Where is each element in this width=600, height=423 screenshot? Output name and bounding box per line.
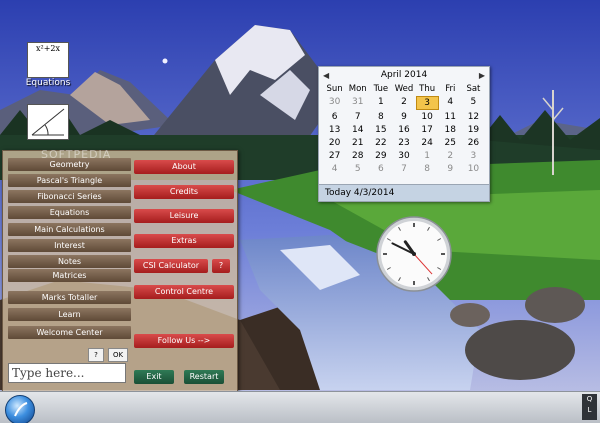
restart-button[interactable]: Restart — [184, 370, 224, 384]
calendar-day[interactable]: 31 — [346, 96, 369, 108]
fibonacci-series-button[interactable]: Fibonacci Series — [8, 190, 131, 203]
interest-button[interactable]: Interest — [8, 239, 131, 252]
exit-button[interactable]: Exit — [134, 370, 174, 384]
calendar-day[interactable]: 20 — [323, 137, 346, 149]
start-orb-icon — [14, 402, 28, 417]
matrices-button[interactable]: Matrices — [8, 269, 131, 282]
calendar-day[interactable]: 23 — [392, 137, 415, 149]
quick-launch-bottom-letter: L — [587, 406, 592, 414]
previous-month-arrow-icon[interactable]: ◀ — [323, 71, 329, 80]
calendar-gadget: ◀ April 2014 ▶ Sun Mon Tue Wed Thu Fri S… — [318, 66, 490, 202]
geometry-button[interactable]: Geometry — [8, 158, 131, 171]
calendar-day[interactable]: 9 — [392, 111, 415, 123]
calendar-day[interactable]: 13 — [323, 124, 346, 136]
calendar-day[interactable]: 1 — [369, 96, 392, 108]
calendar-day[interactable]: 12 — [462, 111, 485, 123]
calendar-day[interactable]: 24 — [416, 137, 439, 149]
start-button[interactable] — [5, 395, 35, 423]
calendar-day[interactable]: 30 — [323, 96, 346, 108]
calendar-day[interactable]: 6 — [323, 111, 346, 123]
calendar-day[interactable]: 10 — [416, 111, 439, 123]
calendar-day[interactable]: 26 — [462, 137, 485, 149]
desktop: x²+2x Equations ◀ April 2014 ▶ Sun Mon T… — [0, 0, 600, 423]
calendar-day[interactable]: 14 — [346, 124, 369, 136]
calendar-day[interactable]: 4 — [323, 163, 346, 175]
calendar-day[interactable]: 28 — [346, 150, 369, 162]
app-main-panel: SOFTPEDIA Geometry Pascal's Triangle Fib… — [2, 148, 238, 392]
learn-button[interactable]: Learn — [8, 308, 131, 321]
calendar-day[interactable]: 11 — [439, 111, 462, 123]
desktop-icon-label: Equations — [25, 78, 71, 88]
type-here-input[interactable] — [8, 363, 126, 383]
notes-button[interactable]: Notes — [8, 255, 131, 268]
calendar-day[interactable]: 22 — [369, 137, 392, 149]
calendar-day[interactable]: 5 — [346, 163, 369, 175]
taskbar: Q L — [0, 391, 600, 423]
document-icon: x²+2x — [27, 42, 69, 78]
credits-button[interactable]: Credits — [134, 185, 234, 199]
calendar-day[interactable]: 17 — [416, 124, 439, 136]
calendar-day[interactable]: 8 — [416, 163, 439, 175]
calendar-day[interactable]: 18 — [439, 124, 462, 136]
weekday-label: Mon — [348, 84, 367, 94]
extras-button[interactable]: Extras — [134, 234, 234, 248]
calendar-day[interactable]: 3 — [462, 150, 485, 162]
about-button[interactable]: About — [134, 160, 234, 174]
welcome-center-button[interactable]: Welcome Center — [8, 326, 131, 339]
calendar-day[interactable]: 5 — [462, 96, 485, 108]
desktop-icon-geometry[interactable] — [18, 104, 78, 140]
calendar-day[interactable]: 9 — [439, 163, 462, 175]
calendar-day-today[interactable]: 3 — [415, 96, 439, 110]
quick-launch-toggle[interactable]: Q L — [582, 394, 597, 420]
calendar-day[interactable]: 21 — [346, 137, 369, 149]
geometry-icon — [27, 104, 69, 140]
calendar-month-title: April 2014 — [380, 70, 428, 80]
calendar-day[interactable]: 29 — [369, 150, 392, 162]
csi-calculator-button[interactable]: CSI Calculator — [134, 259, 208, 273]
marks-totaller-button[interactable]: Marks Totaller — [8, 291, 131, 304]
quick-launch-top-letter: Q — [586, 395, 593, 403]
calendar-day[interactable]: 15 — [369, 124, 392, 136]
help-button[interactable]: ? — [88, 348, 104, 362]
weekday-label: Sat — [466, 84, 481, 94]
weekday-label: Wed — [394, 84, 414, 94]
weekday-label: Sun — [326, 84, 343, 94]
csi-help-button[interactable]: ? — [212, 259, 230, 273]
calendar-day[interactable]: 8 — [369, 111, 392, 123]
weekday-label: Tue — [373, 84, 389, 94]
equations-button[interactable]: Equations — [8, 206, 131, 219]
calendar-day[interactable]: 19 — [462, 124, 485, 136]
calendar-day[interactable]: 25 — [439, 137, 462, 149]
calendar-day[interactable]: 2 — [439, 150, 462, 162]
main-calculations-button[interactable]: Main Calculations — [8, 223, 131, 236]
calendar-day[interactable]: 30 — [392, 150, 415, 162]
ok-button[interactable]: OK — [108, 348, 128, 362]
control-centre-button[interactable]: Control Centre — [134, 285, 234, 299]
calendar-day[interactable]: 10 — [462, 163, 485, 175]
calendar-header: ◀ April 2014 ▶ — [319, 67, 489, 83]
calendar-day[interactable]: 2 — [392, 96, 415, 108]
calendar-grid: Sun Mon Tue Wed Thu Fri Sat 30 31 1 2 3 … — [319, 83, 489, 175]
calendar-day[interactable]: 1 — [416, 150, 439, 162]
pascals-triangle-button[interactable]: Pascal's Triangle — [8, 174, 131, 187]
leisure-button[interactable]: Leisure — [134, 209, 234, 223]
calendar-day[interactable]: 4 — [439, 96, 462, 108]
desktop-icon-equations[interactable]: x²+2x Equations — [18, 42, 78, 88]
follow-us-button[interactable]: Follow Us --> — [134, 334, 234, 348]
analog-clock-gadget — [376, 216, 452, 292]
weekday-label: Thu — [419, 84, 436, 94]
calendar-day[interactable]: 27 — [323, 150, 346, 162]
next-month-arrow-icon[interactable]: ▶ — [479, 71, 485, 80]
calendar-day[interactable]: 7 — [392, 163, 415, 175]
calendar-day[interactable]: 16 — [392, 124, 415, 136]
calendar-day[interactable]: 7 — [346, 111, 369, 123]
weekday-label: Fri — [445, 84, 456, 94]
calendar-day[interactable]: 6 — [369, 163, 392, 175]
calendar-today-link[interactable]: Today 4/3/2014 — [319, 184, 489, 201]
